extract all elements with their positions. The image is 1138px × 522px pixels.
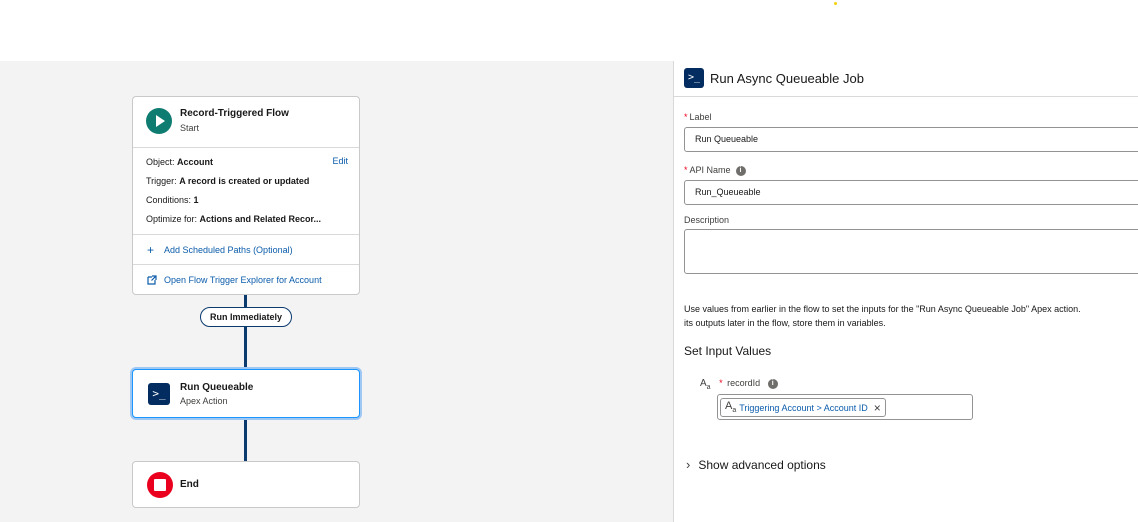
api-name-field-label: * API Name i [684, 165, 746, 176]
record-id-label-text: recordId [727, 378, 761, 388]
external-link-icon [147, 274, 158, 286]
action-subtitle: Apex Action [180, 396, 228, 406]
properties-panel: >_ Run Async Queueable Job * Label Run Qu… [673, 61, 1138, 522]
connector-start-to-pill [244, 295, 247, 307]
set-input-values-heading: Set Input Values [684, 344, 772, 358]
object-value: Account [177, 157, 214, 167]
play-icon [146, 108, 172, 134]
add-scheduled-paths-link[interactable]: + Add Scheduled Paths (Optional) [133, 235, 359, 265]
panel-title: Run Async Queueable Job [710, 71, 864, 86]
help-line-1: Use values from earlier in the flow to s… [684, 304, 1081, 314]
start-details: Edit Object: Account Trigger: A record i… [133, 148, 359, 235]
label-field-label-text: Label [689, 112, 712, 122]
open-trigger-explorer-link[interactable]: Open Flow Trigger Explorer for Account [133, 265, 359, 295]
object-row: Object: Account [146, 153, 347, 172]
optimize-value: Actions and Related Recor... [199, 214, 322, 224]
optimize-row: Optimize for: Actions and Related Recor.… [146, 210, 347, 229]
description-textarea[interactable] [684, 229, 1138, 274]
resource-token-label: Triggering Account > Account ID [739, 402, 868, 413]
description-field-label: Description [684, 215, 730, 225]
top-bar [0, 0, 1138, 61]
start-element[interactable]: Record-Triggered Flow Start Edit Object:… [132, 96, 360, 295]
trigger-value: A record is created or updated [179, 176, 310, 186]
info-icon[interactable]: i [735, 165, 746, 176]
trigger-label: Trigger: [146, 176, 177, 186]
end-element[interactable]: End [132, 461, 360, 508]
status-dot [834, 2, 837, 5]
action-title: Run Queueable [180, 382, 254, 393]
path-label-pill[interactable]: Run Immediately [200, 307, 292, 327]
end-title: End [180, 479, 199, 490]
conditions-label: Conditions: [146, 195, 192, 205]
connector-action-to-end [244, 420, 247, 461]
record-id-label: Aa * recordId i [700, 378, 778, 391]
apex-action-element[interactable]: >_ Run Queueable Apex Action [132, 369, 360, 418]
optimize-label: Optimize for: [146, 214, 198, 224]
scheduled-paths-label: Add Scheduled Paths (Optional) [164, 244, 293, 255]
record-id-input[interactable]: Aa Triggering Account > Account ID × [717, 394, 973, 420]
stop-icon [147, 472, 173, 498]
help-line-2: its outputs later in the flow, store the… [684, 318, 886, 328]
edit-link[interactable]: Edit [332, 156, 348, 166]
text-type-icon: Aa [725, 400, 737, 415]
panel-header: >_ Run Async Queueable Job [674, 61, 1138, 97]
resource-token[interactable]: Aa Triggering Account > Account ID × [720, 398, 886, 417]
label-field-label: * Label [684, 112, 712, 122]
conditions-value: 1 [193, 195, 199, 205]
flow-canvas[interactable]: Record-Triggered Flow Start Edit Object:… [0, 61, 673, 522]
start-header[interactable]: Record-Triggered Flow Start [133, 97, 359, 148]
trigger-explorer-label: Open Flow Trigger Explorer for Account [164, 275, 322, 285]
text-type-icon: Aa [700, 378, 711, 391]
start-subtitle: Start [180, 123, 200, 133]
label-input[interactable]: Run Queueable [684, 127, 1138, 152]
start-title: Record-Triggered Flow [180, 108, 289, 119]
apex-terminal-icon: >_ [684, 68, 704, 88]
api-name-input[interactable]: Run_Queueable [684, 180, 1138, 205]
object-label: Object: [146, 157, 175, 167]
advanced-options-label: Show advanced options [698, 458, 826, 472]
api-name-label-text: API Name [689, 165, 731, 175]
trigger-row: Trigger: A record is created or updated [146, 172, 347, 191]
info-icon[interactable]: i [767, 378, 778, 389]
apex-terminal-icon: >_ [148, 383, 170, 405]
close-icon[interactable]: × [874, 402, 881, 414]
plus-icon: + [147, 242, 155, 257]
input-help-text: Use values from earlier in the flow to s… [684, 302, 1081, 330]
connector-pill-to-action [244, 327, 247, 369]
show-advanced-options-toggle[interactable]: › Show advanced options [686, 457, 826, 472]
conditions-row: Conditions: 1 [146, 191, 347, 210]
chevron-right-icon: › [686, 457, 691, 472]
